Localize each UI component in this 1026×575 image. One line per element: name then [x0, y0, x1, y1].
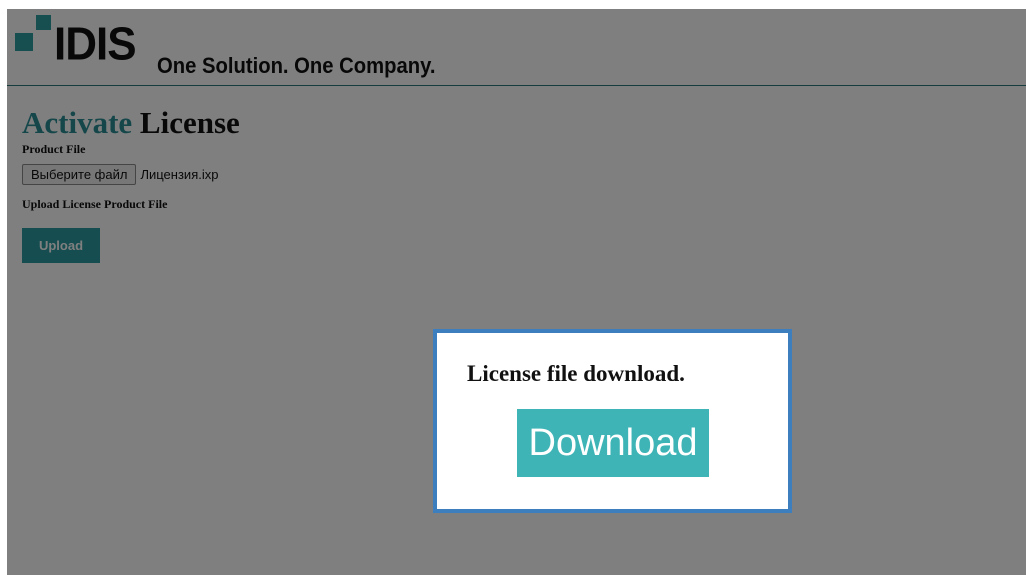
- download-dialog: License file download. Download: [433, 329, 792, 513]
- page: IDIS One Solution. One Company. Activate…: [7, 9, 1026, 575]
- dialog-title: License file download.: [467, 361, 685, 386]
- download-button[interactable]: Download: [517, 409, 709, 477]
